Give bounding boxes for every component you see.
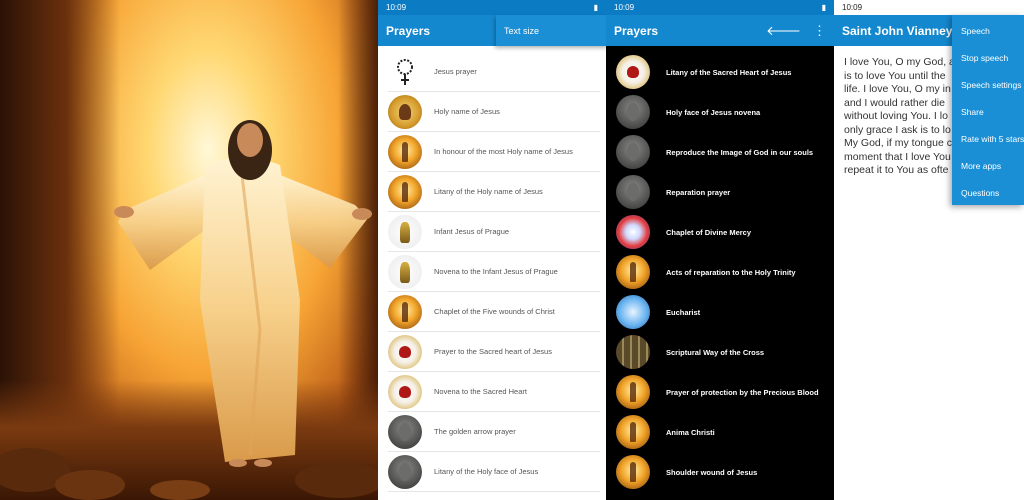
risen-christ-icon [388, 174, 422, 209]
list-item-label: Novena to the Infant Jesus of Prague [434, 267, 558, 276]
status-bar: 10:09 ▮ [606, 0, 834, 15]
list-item[interactable]: Holy face of Jesus novena [616, 92, 828, 132]
prayer-list: Jesus prayer Holy name of Jesus In honou… [378, 46, 606, 492]
page-title: Prayers [386, 23, 431, 38]
menu-item-questions[interactable]: Questions [952, 179, 1024, 206]
list-item[interactable]: Shoulder wound of Jesus [616, 452, 828, 492]
list-item[interactable]: Litany of the Holy face of Jesus [388, 452, 600, 492]
prayers-screen-light: 10:09 ▮ Prayers Text size Jesus prayer H… [378, 0, 608, 500]
list-item-label: Chaplet of the Five wounds of Christ [434, 307, 555, 316]
back-arrow-icon[interactable]: 🡐 [766, 23, 801, 39]
menu-item-more-apps[interactable]: More apps [952, 152, 1024, 179]
status-time: 10:09 [842, 3, 863, 12]
prayers-screen-dark: 10:09 ▮ Prayers 🡐 ⋮ Litany of the Sacred… [606, 0, 834, 500]
app-bar: Prayers Text size [378, 15, 608, 46]
sacred-heart-icon [616, 55, 650, 89]
list-item[interactable]: Chaplet of the Five wounds of Christ [388, 292, 600, 332]
list-item[interactable]: Reproduce the Image of God in our souls [616, 132, 828, 172]
list-item-label: Acts of reparation to the Holy Trinity [666, 267, 796, 277]
list-item-label: The golden arrow prayer [434, 427, 516, 436]
risen-christ-icon [616, 415, 650, 449]
list-item-label: Chaplet of Divine Mercy [666, 227, 752, 237]
risen-christ-icon [616, 455, 650, 489]
list-item-label: Eucharist [666, 307, 701, 317]
sacred-heart-icon [388, 374, 422, 409]
list-item[interactable]: In honour of the most Holy name of Jesus [388, 132, 600, 172]
list-item[interactable]: Holy name of Jesus [388, 92, 600, 132]
holy-face-icon [388, 414, 422, 449]
screenshot-collage: 10:09 ▮ Prayers Text size Jesus prayer H… [0, 0, 1024, 500]
list-item[interactable]: Jesus prayer [388, 52, 600, 92]
list-item-label: Prayer of protection by the Precious Blo… [666, 387, 819, 397]
menu-item-speech-settings[interactable]: Speech settings [952, 71, 1024, 98]
list-item-label: Holy face of Jesus novena [666, 107, 761, 117]
sacred-heart-icon [388, 334, 422, 369]
status-bar: 10:09 ▮ [378, 0, 606, 15]
christ-icon [388, 94, 422, 129]
eucharist-icon [616, 295, 650, 329]
divine-mercy-icon [616, 215, 650, 249]
rosary-icon [388, 54, 422, 89]
holy-face-icon [616, 95, 650, 129]
menu-item-share[interactable]: Share [952, 98, 1024, 125]
list-item[interactable]: Eucharist [616, 292, 828, 332]
list-item[interactable]: The golden arrow prayer [388, 412, 600, 452]
risen-christ-icon [616, 255, 650, 289]
list-item-label: Holy name of Jesus [434, 107, 500, 116]
list-item-label: Jesus prayer [434, 67, 477, 76]
list-item-label: Reproduce the Image of God in our souls [666, 147, 814, 157]
list-item-label: Litany of the Sacred Heart of Jesus [666, 67, 792, 77]
list-item[interactable]: Anima Christi [616, 412, 828, 452]
page-title: Prayers [614, 23, 659, 38]
list-item[interactable]: Litany of the Sacred Heart of Jesus [616, 52, 828, 92]
infant-jesus-icon [388, 254, 422, 289]
risen-christ-icon [388, 294, 422, 329]
promo-artwork [0, 0, 378, 500]
list-item[interactable]: Novena to the Sacred Heart [388, 372, 600, 412]
list-item-label: Litany of the Holy face of Jesus [434, 467, 539, 476]
app-bar: Prayers 🡐 ⋮ [606, 15, 834, 46]
list-item-label: Litany of the Holy name of Jesus [434, 187, 543, 196]
list-item[interactable]: Infant Jesus of Prague [388, 212, 600, 252]
menu-item-stop-speech[interactable]: Stop speech [952, 44, 1024, 71]
list-item[interactable]: Prayer of protection by the Precious Blo… [616, 372, 828, 412]
list-item[interactable]: Scriptural Way of the Cross [616, 332, 828, 372]
battery-icon: ▮ [821, 3, 826, 12]
risen-christ-figure [0, 120, 378, 500]
infant-jesus-icon [388, 214, 422, 249]
list-item[interactable]: Acts of reparation to the Holy Trinity [616, 252, 828, 292]
list-item-label: Prayer to the Sacred heart of Jesus [434, 347, 552, 356]
menu-item-speech[interactable]: Speech [952, 17, 1024, 44]
list-item[interactable]: Novena to the Infant Jesus of Prague [388, 252, 600, 292]
list-item-label: Reparation prayer [666, 187, 731, 197]
holy-face-icon [388, 454, 422, 489]
status-bar: 10:09 [834, 0, 1024, 15]
risen-christ-icon [616, 375, 650, 409]
list-item-label: Anima Christi [666, 427, 715, 437]
list-item[interactable]: Litany of the Holy name of Jesus [388, 172, 600, 212]
risen-christ-icon [388, 134, 422, 169]
list-item-label: In honour of the most Holy name of Jesus [434, 147, 573, 156]
holy-face-icon [616, 135, 650, 169]
list-item-label: Infant Jesus of Prague [434, 227, 510, 236]
status-time: 10:09 [614, 3, 635, 12]
battery-icon: ▮ [593, 3, 598, 12]
more-options-icon[interactable]: ⋮ [813, 23, 826, 39]
list-item-label: Shoulder wound of Jesus [666, 467, 758, 477]
text-size-menu-item[interactable]: Text size [496, 15, 608, 46]
menu-item-rate[interactable]: Rate with 5 stars [952, 125, 1024, 152]
prayer-detail-screen: 10:09 Saint John Vianney's p I love You,… [834, 0, 1024, 500]
list-item[interactable]: Reparation prayer [616, 172, 828, 212]
list-item[interactable]: Chaplet of Divine Mercy [616, 212, 828, 252]
status-time: 10:09 [386, 3, 407, 12]
holy-face-icon [616, 175, 650, 209]
list-item[interactable]: Prayer to the Sacred heart of Jesus [388, 332, 600, 372]
list-item-label: Scriptural Way of the Cross [666, 347, 765, 357]
list-item-label: Novena to the Sacred Heart [434, 387, 527, 396]
overflow-menu: Speech Stop speech Speech settings Share… [952, 15, 1024, 205]
way-of-cross-icon [616, 335, 650, 369]
prayer-list: Litany of the Sacred Heart of Jesus Holy… [606, 46, 834, 492]
